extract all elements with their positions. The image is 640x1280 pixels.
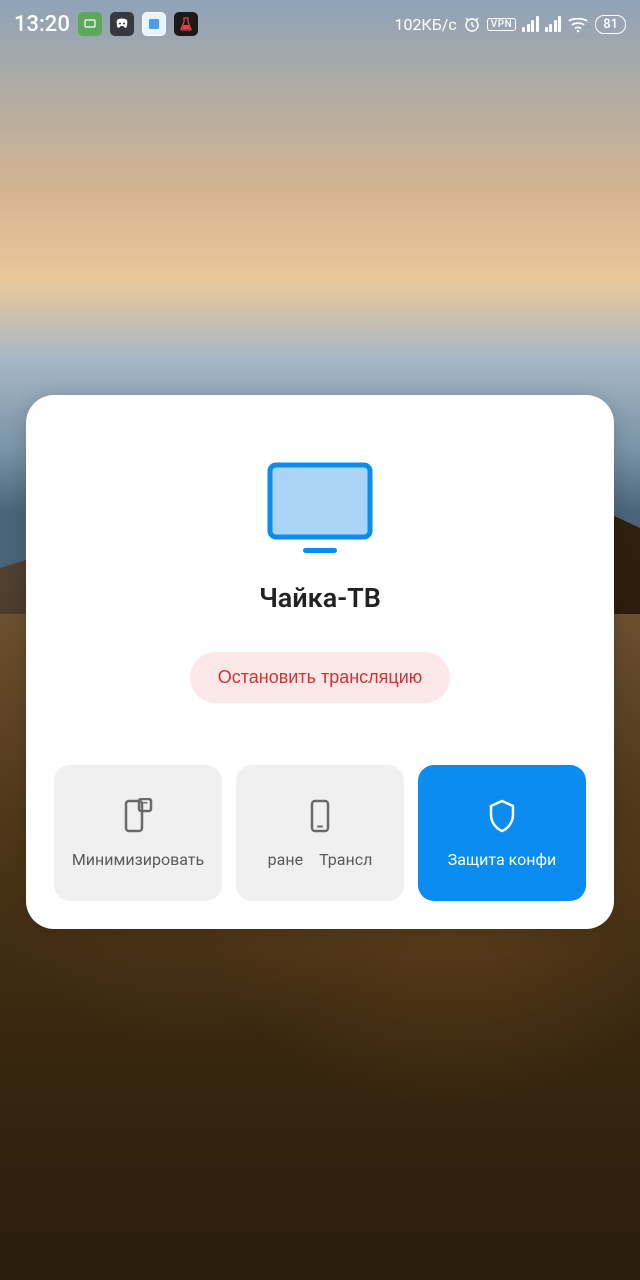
wifi-icon (567, 15, 589, 33)
streamer-app-icon (78, 12, 102, 36)
cast-control-card: Чайка-ТВ Остановить трансляцию Минимизир… (26, 395, 614, 929)
shield-icon (486, 798, 518, 834)
signal-1-icon (522, 16, 539, 32)
cast-label-right: Трансл (319, 850, 372, 869)
cast-label-left: ране (268, 850, 303, 869)
minimize-phone-icon (121, 798, 155, 834)
minimize-option[interactable]: Минимизировать (54, 765, 222, 901)
signal-2-icon (545, 16, 562, 32)
device-name: Чайка-ТВ (54, 582, 586, 614)
minimize-label: Минимизировать (72, 850, 204, 869)
network-speed: 102КБ/с (394, 15, 456, 34)
stop-cast-button[interactable]: Остановить трансляцию (190, 652, 451, 703)
discord-icon (110, 12, 134, 36)
vpn-badge: VPN (487, 18, 516, 31)
privacy-option[interactable]: Защита конфи (418, 765, 586, 901)
cast-screen-option[interactable]: ране Трансл (236, 765, 404, 901)
tv-icon (265, 460, 375, 560)
beaker-icon (174, 12, 198, 36)
notes-app-icon (142, 12, 166, 36)
cast-options: Минимизировать ране Трансл (54, 765, 586, 901)
status-bar: 13:20 102КБ/с VPN (0, 0, 640, 48)
status-time: 13:20 (14, 12, 70, 37)
phone-icon (308, 798, 332, 834)
privacy-label: Защита конфи (448, 850, 557, 869)
alarm-icon (463, 15, 481, 33)
battery-level: 81 (595, 15, 626, 34)
